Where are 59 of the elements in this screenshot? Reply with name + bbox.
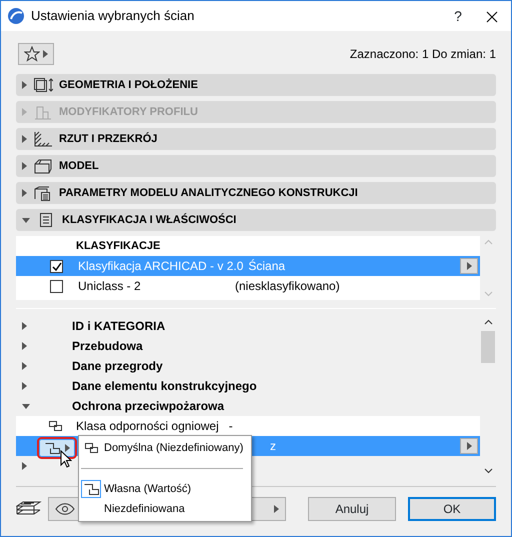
property-group[interactable]: ID i KATEGORIA [16, 316, 480, 336]
checkbox[interactable] [50, 280, 63, 292]
check-icon [51, 260, 62, 272]
custom-value-icon [82, 482, 100, 496]
analytic-model-icon [33, 185, 53, 201]
window-title: Ustawienia wybranych ścian [31, 7, 196, 26]
value-type-button[interactable] [37, 437, 77, 459]
hatch-icon [33, 131, 53, 147]
mouse-pointer-icon [60, 450, 72, 468]
custom-value-icon [44, 442, 61, 454]
group-label: Dane elementu konstrukcyjnego [72, 378, 257, 395]
group-label: Dane przegrody [72, 358, 163, 375]
app-logo-icon [7, 7, 25, 25]
help-button[interactable]: ? [443, 4, 473, 28]
checkbox[interactable] [50, 260, 63, 272]
geometry-icon [33, 77, 53, 93]
dialog-button[interactable]: OK [408, 497, 496, 521]
scroll-down-icon [484, 291, 492, 297]
scroll-down-icon [484, 468, 492, 474]
scroll-up-icon [484, 239, 492, 245]
menu-item[interactable]: Własna (Wartość) [79, 479, 245, 499]
classification-system: Uniclass - 2 [78, 278, 142, 295]
property-group[interactable]: Dane elementu konstrukcyjnego [16, 376, 480, 396]
group-label: ID i KATEGORIA [72, 318, 166, 335]
link-icon [48, 420, 63, 432]
selection-count: Zaznaczono: 1 Do zmian: 1 [350, 46, 496, 63]
dialog-button[interactable]: Anuluj [308, 497, 396, 521]
property-group[interactable]: Przebudowa [16, 336, 480, 356]
classification-value: Ściana [248, 258, 286, 275]
section-header[interactable]: MODEL [16, 155, 496, 177]
property-value: - [228, 418, 233, 435]
close-icon [486, 10, 498, 23]
link-icon [84, 442, 98, 454]
section-header[interactable]: GEOMETRIA I POŁOŻENIE [16, 74, 496, 96]
classification-system: Klasyfikacja ARCHICAD - v 2.0 [78, 258, 244, 275]
menu-item[interactable]: Niezdefiniowana [79, 499, 245, 519]
menu-item[interactable]: Domyślna (Niezdefiniowany) [79, 438, 245, 458]
profile-icon [33, 104, 53, 120]
options-button[interactable] [460, 438, 478, 454]
favorites-button[interactable] [18, 43, 54, 65]
section-header[interactable]: KLASYFIKACJA I WŁAŚCIWOŚCI [16, 209, 496, 231]
classification-row[interactable]: Uniclass - 2 (niesklasyfikowano) [16, 276, 480, 296]
classification-value: (niesklasyfikowano) [235, 278, 341, 295]
group-label: Ochrona przeciwpożarowa [72, 398, 224, 415]
property-group[interactable]: Dane przegrody [16, 356, 480, 376]
property-value: z [270, 438, 276, 455]
star-icon [24, 46, 40, 62]
options-button[interactable] [460, 258, 478, 274]
section-header[interactable]: PARAMETRY MODELU ANALITYCZNEGO KONSTRUKCJI [16, 182, 496, 204]
property-row[interactable]: Klasa odporności ogniowej - [16, 416, 480, 436]
column-header: KLASYFIKACJE [75, 238, 162, 254]
property-group[interactable]: Ochrona przeciwpożarowa [16, 396, 480, 416]
group-label: Przebudowa [72, 338, 143, 355]
box-icon [33, 158, 53, 174]
scrollbar-thumb[interactable] [481, 331, 495, 363]
section-header[interactable]: RZUT I PRZEKRÓJ [16, 128, 496, 150]
property-name: Klasa odporności ogniowej [76, 418, 219, 435]
scroll-up-icon [484, 319, 492, 325]
eye-icon [55, 503, 75, 515]
